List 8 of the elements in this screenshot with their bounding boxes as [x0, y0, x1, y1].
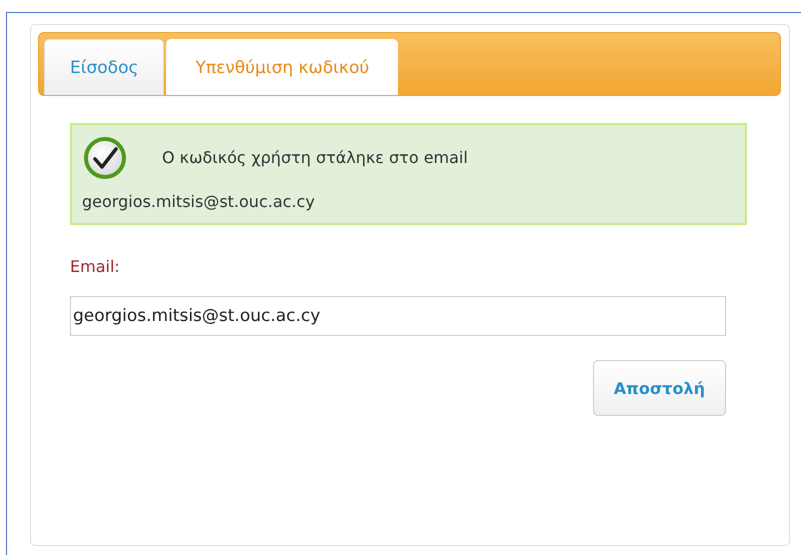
send-button[interactable]: Αποστολή [592, 360, 726, 416]
tab[interactable]: Είσοδος [44, 39, 164, 95]
message-text: Ο κωδικός χρήστη στάληκε στο email [162, 147, 468, 169]
field-label: Email: [70, 257, 121, 276]
message-text: georgios.mitsis@st.ouc.ac.cy [82, 191, 315, 213]
check-icon [84, 137, 126, 179]
tab[interactable]: Υπενθύμιση κωδικού [166, 39, 398, 95]
email-field[interactable]: georgios.mitsis@st.ouc.ac.cy [70, 296, 726, 336]
